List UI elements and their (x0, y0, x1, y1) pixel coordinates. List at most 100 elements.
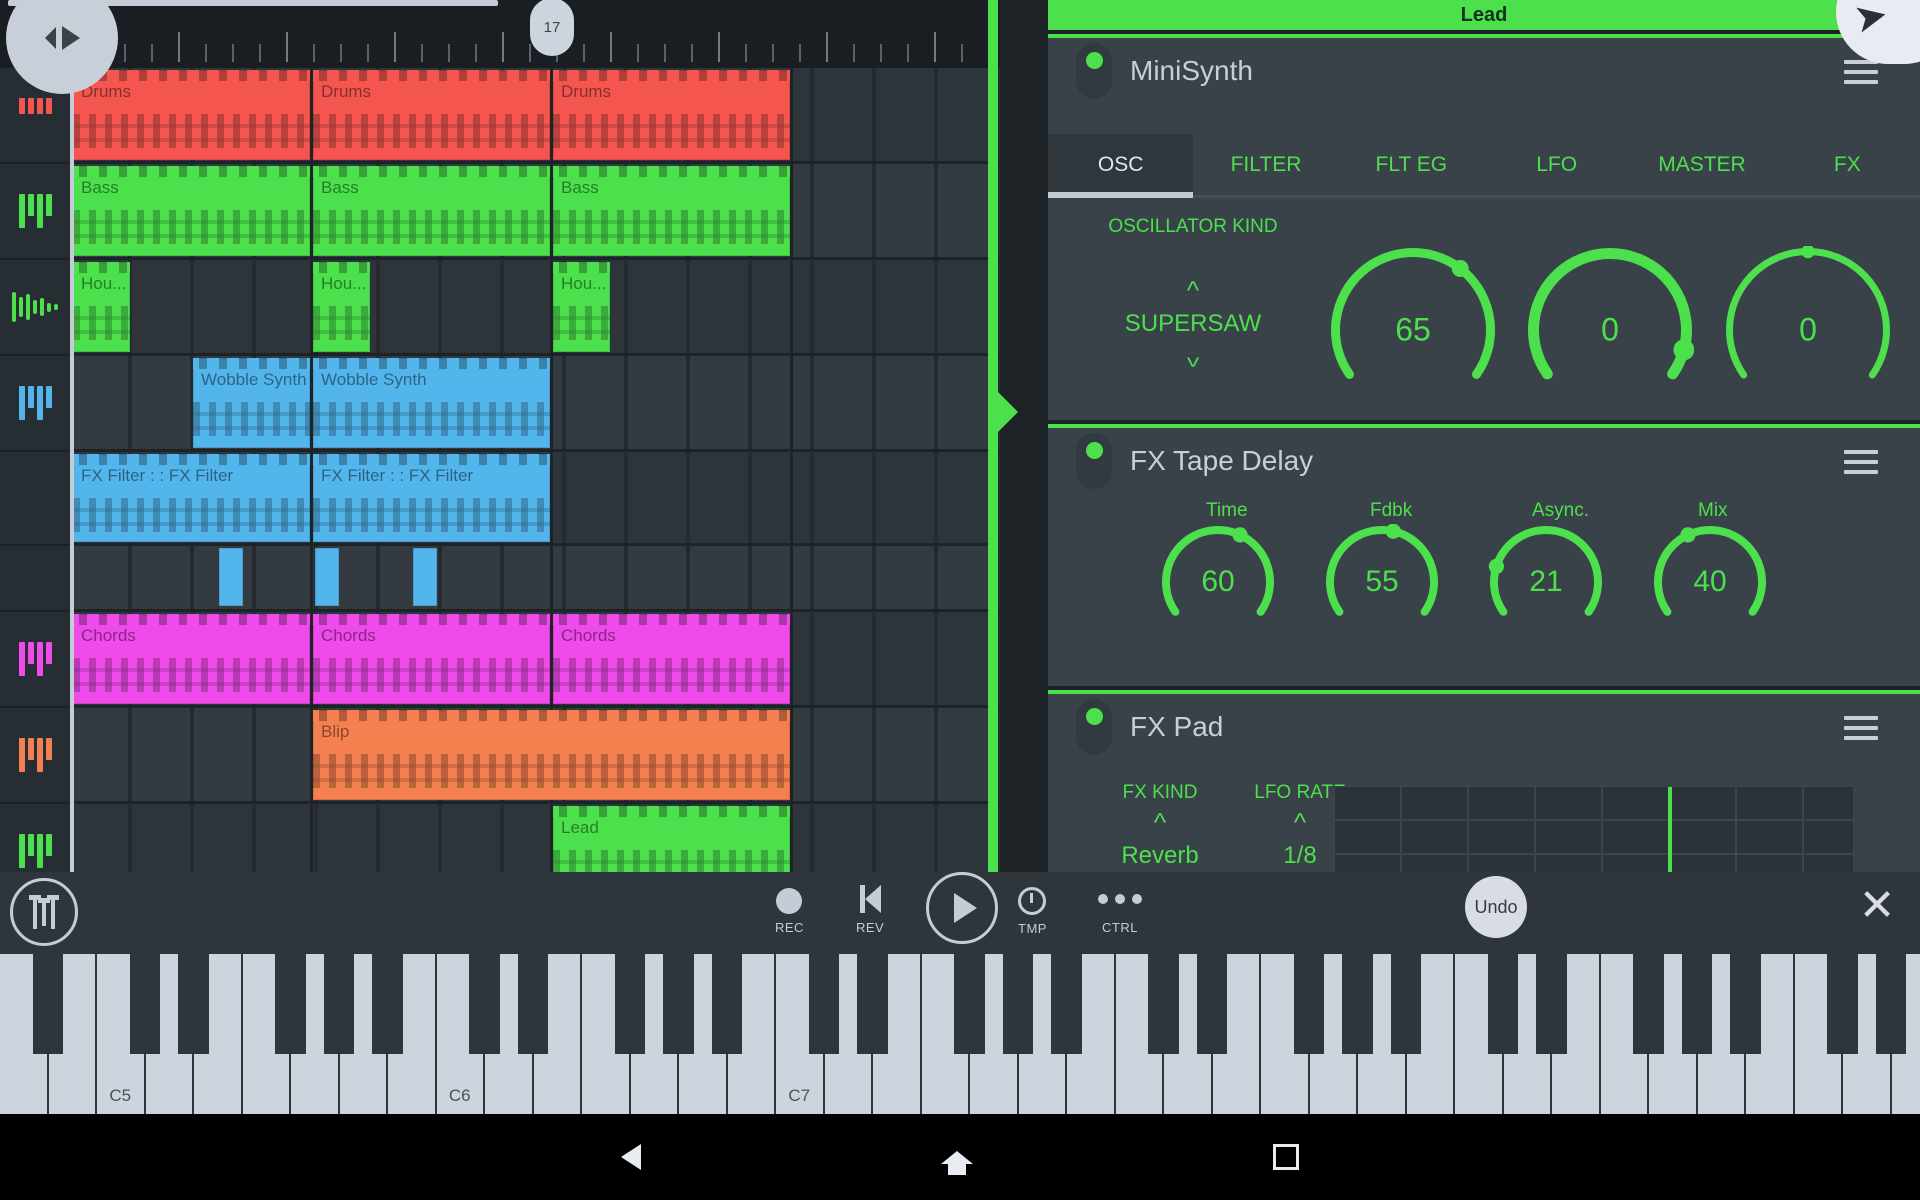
back-triangle-icon[interactable] (621, 1144, 641, 1170)
chevron-up-icon[interactable]: ^ (1068, 277, 1318, 303)
async-knob[interactable]: 21 (1488, 524, 1604, 640)
piano-black-key[interactable] (663, 954, 694, 1054)
playlist-lane-5[interactable] (70, 546, 1000, 612)
piano-black-key[interactable] (1051, 954, 1082, 1054)
track-header-8[interactable] (0, 804, 70, 872)
piano-black-key[interactable] (275, 954, 306, 1054)
piano-black-key[interactable] (517, 954, 549, 1054)
piano-black-key[interactable] (1342, 954, 1373, 1054)
tab-filter[interactable]: FILTER (1193, 134, 1338, 195)
hamburger-menu-icon[interactable] (1844, 716, 1878, 740)
piano-black-key[interactable] (1293, 954, 1325, 1054)
module-fx-pad[interactable]: FX Pad FX KIND ^ Reverb ^ LFO RATE ^ 1/8… (1048, 690, 1920, 872)
playhead-position-badge[interactable]: 17 (530, 0, 574, 56)
noise-knob[interactable]: 0 (1526, 246, 1694, 414)
piano-black-key[interactable] (32, 954, 64, 1054)
time-knob[interactable]: 60 (1160, 524, 1276, 640)
piano-black-key[interactable] (1875, 954, 1907, 1054)
transp-knob[interactable]: 0 (1724, 246, 1892, 414)
expand-rack-arrow-icon[interactable] (996, 390, 1018, 434)
playlist-clip[interactable]: Bass (313, 166, 550, 256)
playlist-clip[interactable]: Hou... (553, 262, 610, 352)
knob-handle[interactable] (1451, 259, 1469, 278)
fx-pad-xy-surface[interactable] (1334, 786, 1854, 872)
playlist-clip[interactable] (413, 548, 438, 606)
track-header-column[interactable] (0, 68, 70, 872)
track-header-1[interactable] (0, 164, 70, 260)
playlist-clip[interactable]: Drums (553, 70, 790, 160)
piano-black-key[interactable] (1681, 954, 1713, 1054)
fx-pad-power-toggle[interactable] (1076, 699, 1112, 755)
timeline-ruler[interactable] (0, 0, 1000, 68)
fdbk-knob[interactable]: 55 (1324, 524, 1440, 640)
chevron-down-icon[interactable]: ^ (1068, 343, 1318, 373)
modifier-knob[interactable]: 65 (1329, 246, 1497, 414)
piano-black-key[interactable] (1148, 954, 1179, 1054)
piano-black-key[interactable] (1487, 954, 1519, 1054)
playlist-clip[interactable]: Hou... (313, 262, 370, 352)
piano-black-key[interactable] (808, 954, 840, 1054)
track-header-2[interactable] (0, 260, 70, 356)
playlist-grid[interactable]: Drums Drums Drums Bass Bass Bass Hou... Hou... H… (70, 68, 1000, 872)
tab-flt-eg[interactable]: FLT EG (1339, 134, 1484, 195)
playlist-clip[interactable]: Chords (313, 614, 550, 704)
piano-black-key[interactable] (129, 954, 161, 1054)
module-minisynth[interactable]: MiniSynth OSC FILTER FLT EG LFO MASTER FX OSC… (1048, 34, 1920, 420)
playlist-clip[interactable]: Bass (73, 166, 310, 256)
play-button[interactable] (926, 872, 998, 944)
tab-osc[interactable]: OSC (1048, 134, 1194, 198)
tape-delay-power-toggle[interactable] (1076, 433, 1112, 489)
close-icon[interactable]: ✕ (1855, 884, 1899, 930)
home-icon[interactable] (941, 1150, 973, 1175)
piano-black-key[interactable] (954, 954, 985, 1054)
piano-black-key[interactable] (1390, 954, 1422, 1054)
playlist-panel[interactable]: 17 Drums Drums Drums Bass Bass Bass Hou... Hou.… (0, 0, 1000, 872)
playlist-clip[interactable]: Wobble Synth (313, 358, 550, 448)
hamburger-menu-icon[interactable] (1844, 450, 1878, 474)
tab-fx[interactable]: FX (1775, 134, 1920, 195)
piano-black-key[interactable] (372, 954, 403, 1054)
piano-black-key[interactable] (614, 954, 646, 1054)
playlist-clip[interactable]: FX Filter : : FX Filter (73, 454, 310, 542)
track-header-6[interactable] (0, 612, 70, 708)
rewind-button[interactable]: REV (856, 884, 884, 935)
recents-square-icon[interactable] (1273, 1144, 1299, 1170)
knob-handle[interactable] (1801, 246, 1815, 259)
piano-black-key[interactable] (1002, 954, 1034, 1054)
track-header-4[interactable] (0, 452, 70, 546)
playlist-clip[interactable] (314, 548, 339, 606)
playlist-clip[interactable]: Blip (313, 710, 790, 800)
piano-black-key[interactable] (711, 954, 743, 1054)
fx-kind-selector[interactable]: ^ Reverb ^ (1090, 809, 1230, 872)
playlist-clip[interactable]: Chords (553, 614, 790, 704)
undo-button[interactable]: Undo (1465, 876, 1527, 938)
knob-handle[interactable] (1680, 527, 1696, 543)
hamburger-menu-icon[interactable] (1844, 60, 1878, 84)
tab-lfo[interactable]: LFO (1484, 134, 1629, 195)
piano-black-key[interactable] (1730, 954, 1761, 1054)
track-header-5[interactable] (0, 546, 70, 612)
playlist-clip[interactable]: Drums (313, 70, 550, 160)
instrument-rack-panel[interactable]: Lead ➤ MiniSynth OSC FILTER FLT EG LFO MASTE… (1000, 0, 1920, 872)
playlist-lane-2[interactable] (70, 260, 1000, 356)
minisynth-power-toggle[interactable] (1076, 43, 1112, 99)
playlist-clip[interactable] (218, 548, 243, 606)
playlist-clip[interactable]: Lead (553, 806, 790, 872)
track-header-7[interactable] (0, 708, 70, 804)
minisynth-tab-strip[interactable]: OSC FILTER FLT EG LFO MASTER FX (1048, 134, 1920, 198)
module-fx-tape-delay[interactable]: FX Tape Delay Time 60 Fdbk 55 Async. 21 … (1048, 424, 1920, 686)
playlist-clip[interactable]: FX Filter : : FX Filter (313, 454, 550, 542)
playlist-clip[interactable]: Wobble Synth (193, 358, 310, 448)
track-header-3[interactable] (0, 356, 70, 452)
piano-black-key[interactable] (857, 954, 888, 1054)
chevron-up-icon[interactable]: ^ (1090, 809, 1230, 835)
mixer-sliders-icon[interactable] (10, 878, 78, 946)
playlist-clip[interactable]: Hou... (73, 262, 130, 352)
transport-bar[interactable]: REC REV TMP CTRL Undo ✕ (0, 872, 1920, 954)
tab-master[interactable]: MASTER (1629, 134, 1774, 195)
mix-knob[interactable]: 40 (1652, 524, 1768, 640)
playlist-clip[interactable]: Bass (553, 166, 790, 256)
knob-handle[interactable] (1232, 527, 1248, 543)
android-navigation-bar[interactable] (0, 1114, 1920, 1200)
piano-black-key[interactable] (1536, 954, 1567, 1054)
